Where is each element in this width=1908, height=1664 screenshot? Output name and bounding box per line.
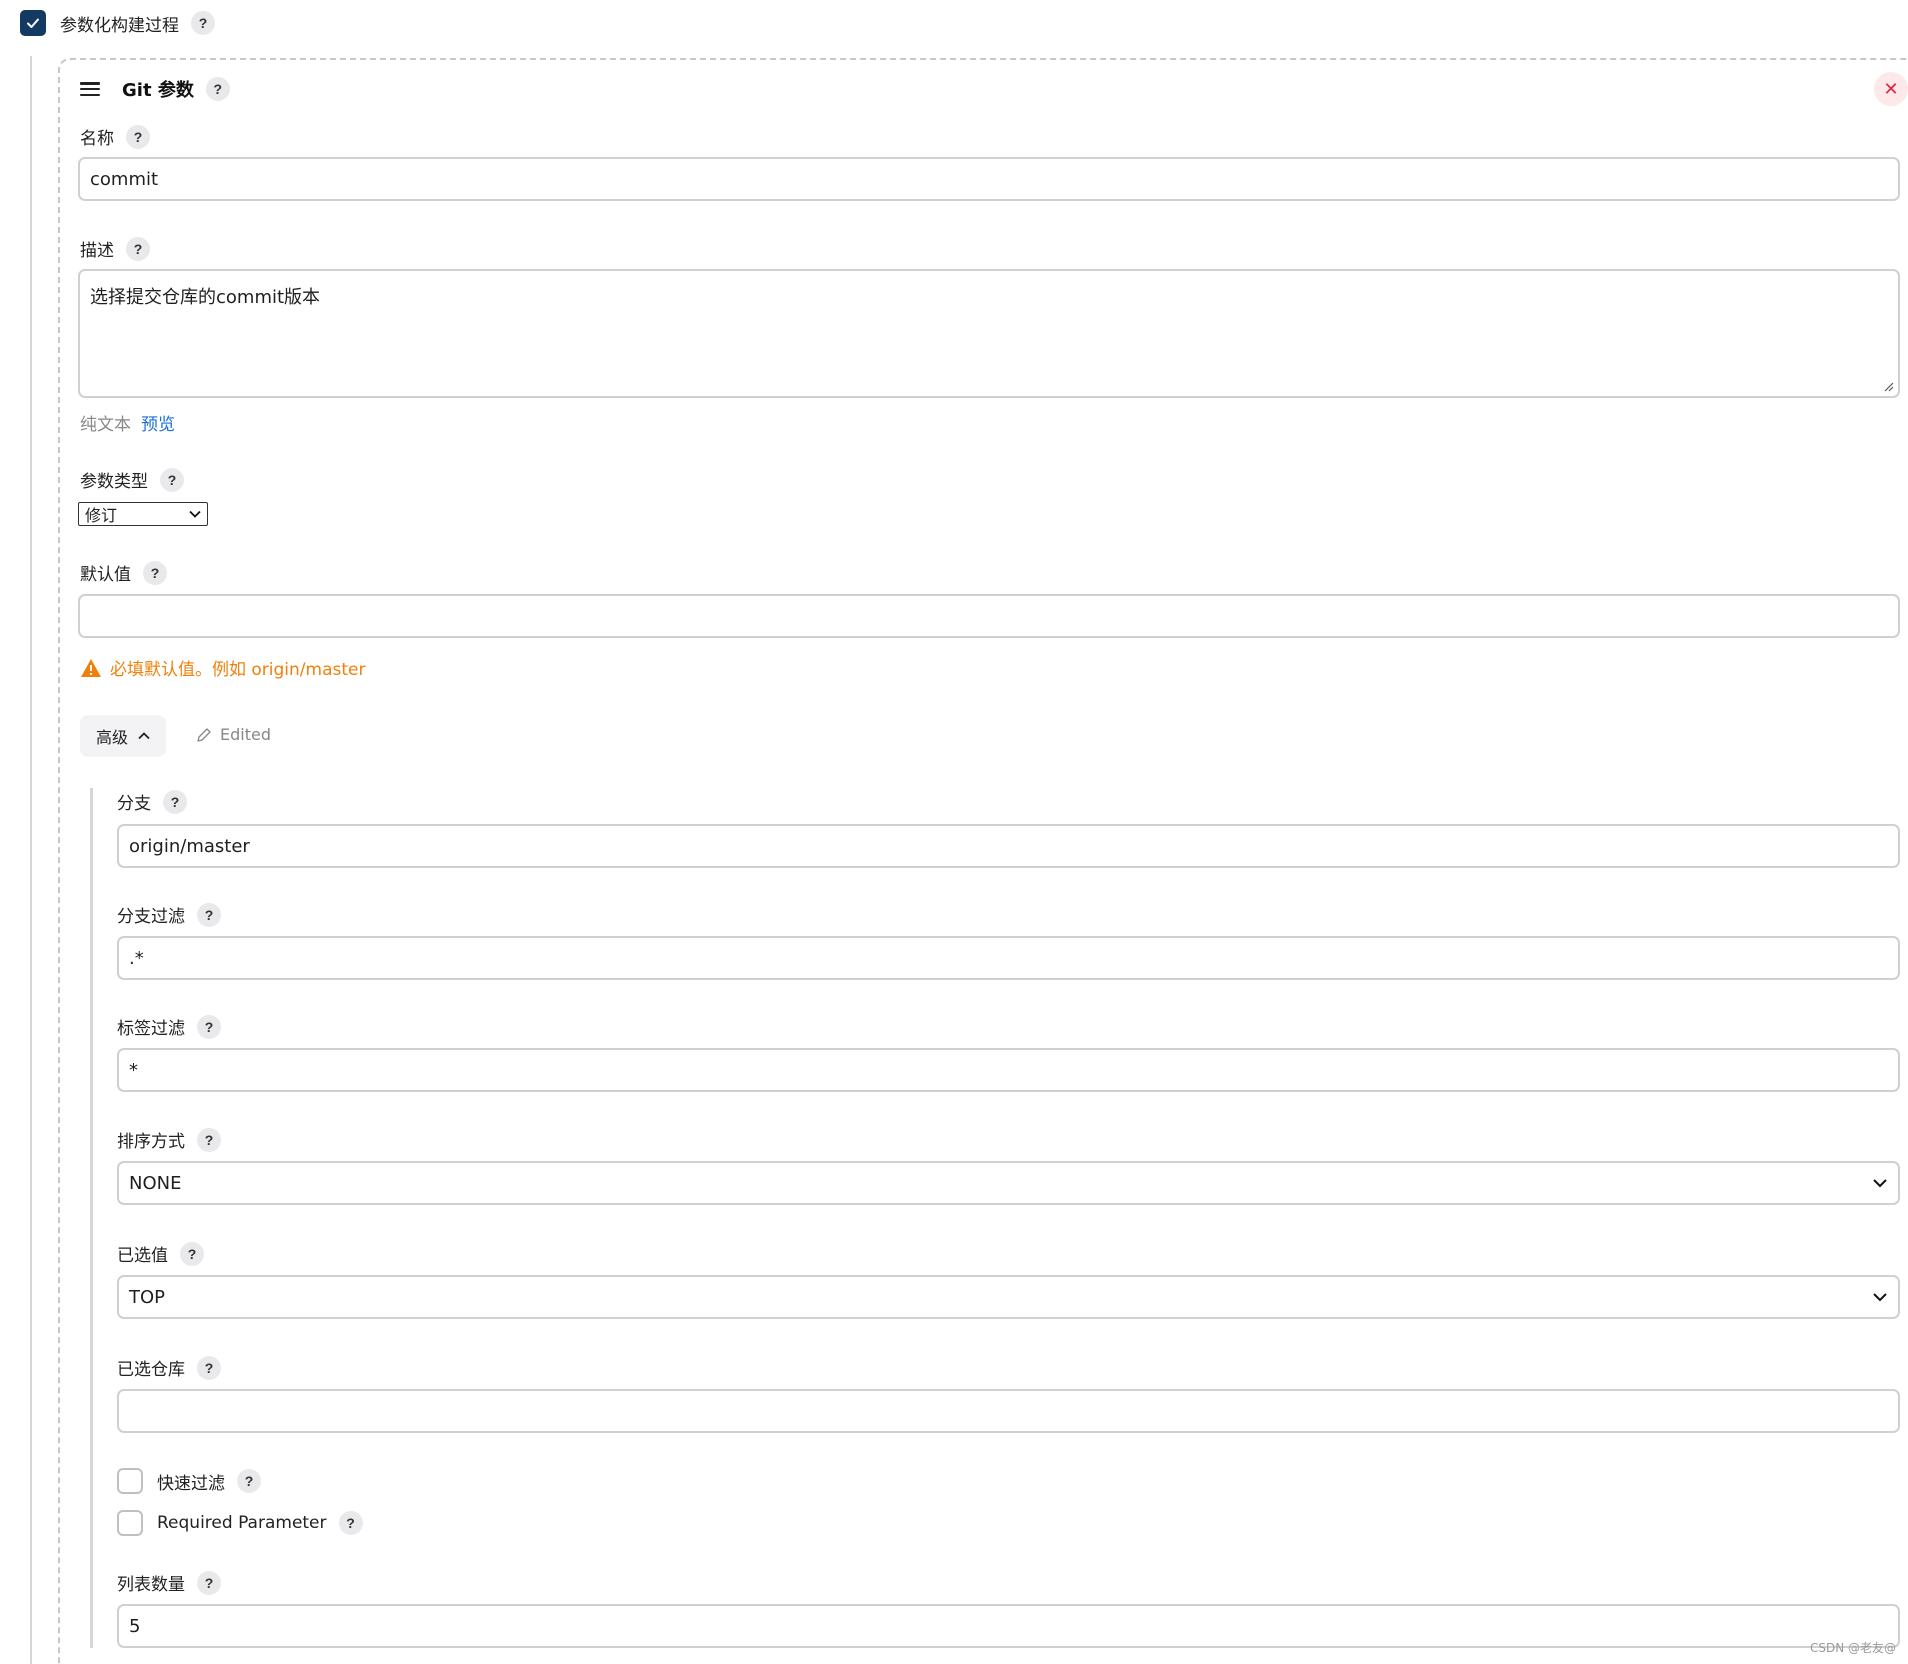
sort-mode-label: 排序方式 [117, 1132, 185, 1152]
selected-repo-input[interactable] [117, 1389, 1900, 1433]
advanced-section-rule [90, 788, 93, 1648]
quick-filter-row: 快速过滤 ? [117, 1468, 261, 1494]
default-value-label-row: 默认值 ? [80, 560, 167, 585]
help-icon[interactable]: ? [197, 1570, 221, 1595]
git-parameter-config-page: 参数化构建过程 ? Git 参数 ? ✕ 名称 ? commit 描述 ? 选择… [0, 0, 1908, 1664]
name-label: 名称 [80, 129, 114, 149]
delete-parameter-button[interactable]: ✕ [1874, 72, 1908, 106]
name-input[interactable]: commit [78, 157, 1900, 201]
chevron-down-icon [1873, 1179, 1887, 1188]
description-text: 选择提交仓库的commit版本 [90, 287, 321, 308]
description-label-row: 描述 ? [80, 236, 150, 261]
edited-indicator: Edited [196, 725, 271, 744]
help-icon[interactable]: ? [126, 124, 150, 149]
chevron-up-icon [138, 732, 150, 740]
warning-icon [81, 658, 101, 677]
sort-mode-value: NONE [129, 1172, 182, 1194]
branch-label: 分支 [117, 794, 151, 814]
help-icon[interactable]: ? [205, 77, 230, 101]
help-icon[interactable]: ? [237, 1469, 261, 1493]
branch-label-row: 分支 ? [117, 789, 187, 814]
parameterized-build-row: 参数化构建过程 ? [20, 10, 215, 36]
help-icon[interactable]: ? [160, 467, 184, 492]
param-type-value: 修订 [85, 506, 118, 525]
advanced-label: 高级 [95, 728, 128, 747]
card-title: Git 参数 [122, 80, 194, 101]
list-size-label-row: 列表数量 ? [117, 1570, 221, 1595]
param-type-label: 参数类型 [80, 472, 148, 492]
param-type-label-row: 参数类型 ? [80, 467, 184, 492]
list-size-label: 列表数量 [117, 1575, 185, 1595]
branch-filter-input[interactable]: .* [117, 936, 1900, 980]
required-parameter-row: Required Parameter ? [117, 1510, 363, 1536]
help-icon[interactable]: ? [163, 789, 187, 814]
required-parameter-checkbox[interactable] [117, 1510, 143, 1536]
check-icon [27, 18, 39, 28]
selected-repo-label: 已选仓库 [117, 1360, 185, 1380]
branch-input[interactable]: origin/master [117, 824, 1900, 868]
warning-text: 必填默认值。例如 origin/master [110, 660, 366, 680]
branch-filter-label: 分支过滤 [117, 907, 185, 927]
plain-text-label: 纯文本 [80, 415, 131, 435]
help-icon[interactable]: ? [197, 1127, 221, 1152]
card-header: Git 参数 ? [80, 76, 230, 102]
resize-grip-icon[interactable] [1882, 380, 1894, 392]
tag-filter-label-row: 标签过滤 ? [117, 1014, 221, 1039]
help-icon[interactable]: ? [338, 1511, 363, 1535]
name-label-row: 名称 ? [80, 124, 150, 149]
help-icon[interactable]: ? [197, 1014, 221, 1039]
tag-filter-label: 标签过滤 [117, 1019, 185, 1039]
selected-value-label-row: 已选值 ? [117, 1241, 204, 1266]
advanced-toggle-button[interactable]: 高级 [80, 715, 166, 757]
selected-value-value: TOP [129, 1286, 166, 1308]
quick-filter-label: 快速过滤 [157, 1473, 225, 1494]
selected-value-select[interactable]: TOP [117, 1275, 1900, 1319]
description-textarea[interactable]: 选择提交仓库的commit版本 [78, 269, 1900, 398]
default-value-label: 默认值 [80, 565, 131, 585]
chevron-down-icon [189, 510, 201, 518]
parameterized-build-label: 参数化构建过程 [60, 15, 179, 36]
param-type-select[interactable]: 修订 [78, 502, 208, 526]
preview-link[interactable]: 预览 [141, 410, 175, 435]
help-icon[interactable]: ? [126, 236, 150, 261]
selected-repo-label-row: 已选仓库 ? [117, 1355, 221, 1380]
help-icon[interactable]: ? [180, 1241, 204, 1266]
selected-value-label: 已选值 [117, 1246, 168, 1266]
sort-mode-select[interactable]: NONE [117, 1161, 1900, 1205]
watermark: CSDN @老友@ [1809, 1641, 1896, 1655]
description-label: 描述 [80, 241, 114, 261]
branch-filter-label-row: 分支过滤 ? [117, 902, 221, 927]
help-icon[interactable]: ? [143, 560, 167, 585]
sort-mode-label-row: 排序方式 ? [117, 1127, 221, 1152]
chevron-down-icon [1873, 1293, 1887, 1302]
tag-filter-input[interactable]: * [117, 1048, 1900, 1092]
format-row: 纯文本 预览 [80, 410, 175, 435]
drag-handle-icon[interactable] [80, 81, 100, 97]
help-icon[interactable]: ? [197, 1355, 221, 1380]
quick-filter-checkbox[interactable] [117, 1468, 143, 1494]
pencil-icon [197, 727, 211, 742]
section-divider [30, 56, 32, 1664]
help-icon[interactable]: ? [191, 11, 215, 35]
edited-label: Edited [220, 725, 271, 744]
default-value-warning: 必填默认值。例如 origin/master [80, 655, 365, 680]
help-icon[interactable]: ? [197, 902, 221, 927]
parameterized-build-checkbox[interactable] [20, 10, 46, 36]
list-size-input[interactable]: 5 [117, 1604, 1900, 1648]
default-value-input[interactable] [78, 594, 1900, 638]
required-parameter-label: Required Parameter [157, 1513, 327, 1533]
